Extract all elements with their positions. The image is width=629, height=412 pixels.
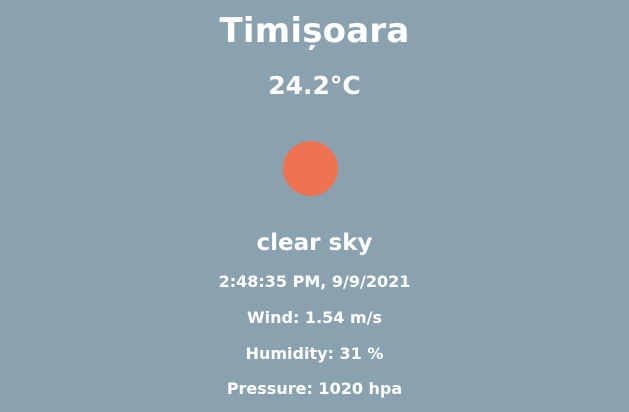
- date-time: 2:48:35 PM, 9/9/2021: [218, 272, 411, 291]
- weather-card: Timișoara 24.2°C clear sky 2:48:35 PM, 9…: [0, 0, 629, 412]
- wind-speed: Wind: 1.54 m/s: [246, 308, 383, 327]
- temperature: 24.2°C: [268, 71, 361, 100]
- sun-icon: [283, 141, 338, 196]
- weather-description: clear sky: [256, 230, 373, 256]
- humidity: Humidity: 31 %: [245, 344, 384, 363]
- pressure: Pressure: 1020 hpa: [226, 379, 403, 398]
- city-name: Timișoara: [219, 11, 410, 51]
